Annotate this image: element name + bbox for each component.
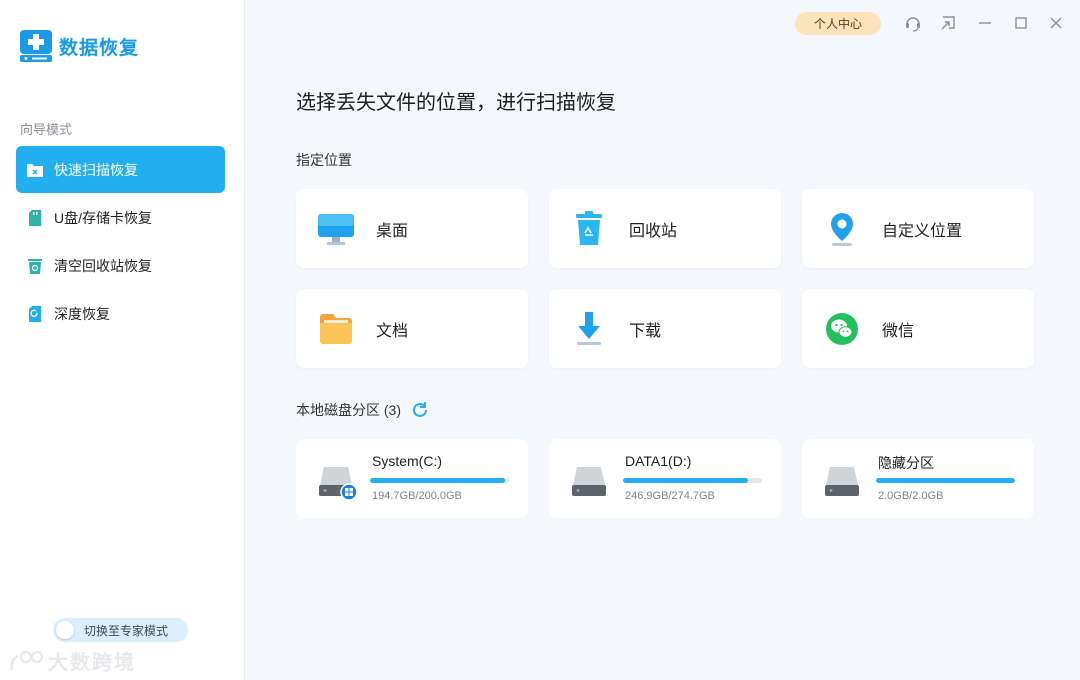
location-label: 回收站 (629, 222, 678, 240)
location-label: 自定义位置 (882, 222, 963, 240)
section-label-guide-mode: 向导模式 (20, 122, 73, 137)
location-pin-icon (822, 209, 862, 249)
app-logo: 数据恢复 (19, 28, 139, 64)
disk-name: System(C:) (372, 453, 442, 469)
download-icon (569, 309, 609, 349)
sd-card-icon (26, 209, 44, 227)
monitor-icon (316, 209, 356, 249)
drive-icon (822, 459, 864, 501)
disk-usage-fill (623, 478, 748, 483)
sidebar: 数据恢复 向导模式 快速扫描恢复 U盘/存储卡恢复 清空回收站恢复 深度恢复 切… (0, 0, 245, 680)
disks-section-header: 本地磁盘分区 (3) (296, 400, 429, 420)
app-title: 数据恢复 (59, 37, 140, 59)
location-card-downloads[interactable]: 下载 (549, 289, 781, 368)
folder-icon (316, 309, 356, 349)
disk-size: 246.9GB/274.7GB (625, 490, 715, 502)
app-logo-icon (19, 28, 53, 64)
disk-name: 隐藏分区 (878, 455, 934, 471)
sidebar-item-recycle-bin[interactable]: 清空回收站恢复 (16, 242, 225, 289)
toggle-knob (56, 621, 74, 639)
sidebar-item-label: 深度恢复 (54, 305, 110, 322)
disk-card-hidden-partition[interactable]: 隐藏分区 2.0GB/2.0GB (802, 439, 1034, 518)
profile-center-button[interactable]: 个人中心 (795, 12, 881, 35)
location-card-documents[interactable]: 文档 (296, 289, 528, 368)
location-card-wechat[interactable]: 微信 (802, 289, 1034, 368)
location-label: 文档 (376, 322, 409, 340)
folder-x-icon (26, 161, 44, 179)
support-icon[interactable] (902, 12, 924, 34)
feedback-icon[interactable] (937, 12, 959, 34)
close-icon[interactable] (1045, 12, 1067, 34)
disk-usage-fill (876, 478, 1015, 483)
page-title: 选择丢失文件的位置，进行扫描恢复 (296, 92, 616, 114)
disk-usage-bar (876, 478, 1015, 483)
disk-size: 194.7GB/200.0GB (372, 490, 462, 502)
disks-label: 本地磁盘分区 (3) (296, 402, 401, 418)
sidebar-item-usb-card[interactable]: U盘/存储卡恢复 (16, 194, 225, 241)
disk-card-system-c[interactable]: System(C:) 194.7GB/200.0GB (296, 439, 528, 518)
watermark-logo-icon (8, 648, 44, 674)
location-label: 微信 (882, 322, 915, 340)
maximize-icon[interactable] (1010, 12, 1032, 34)
sidebar-item-quick-scan[interactable]: 快速扫描恢复 (16, 146, 225, 193)
disk-usage-bar (370, 478, 509, 483)
watermark-text: 大数跨境 (48, 652, 136, 674)
location-card-custom[interactable]: 自定义位置 (802, 189, 1034, 268)
sidebar-item-deep-recovery[interactable]: 深度恢复 (16, 290, 225, 337)
deep-scan-icon (26, 305, 44, 323)
expert-mode-label: 切换至专家模式 (84, 623, 169, 638)
locations-label: 指定位置 (296, 152, 352, 168)
location-card-desktop[interactable]: 桌面 (296, 189, 528, 268)
expert-mode-toggle[interactable]: 切换至专家模式 (53, 618, 188, 642)
location-label: 桌面 (376, 222, 409, 240)
disk-size: 2.0GB/2.0GB (878, 490, 944, 502)
location-label: 下载 (629, 322, 662, 340)
drive-icon (569, 459, 611, 501)
recycle-bin-icon (569, 209, 609, 249)
wechat-icon (822, 309, 862, 349)
disk-usage-bar (623, 478, 762, 483)
sidebar-item-label: 清空回收站恢复 (54, 257, 152, 274)
disk-name: DATA1(D:) (625, 453, 692, 469)
disk-usage-fill (370, 478, 506, 483)
sidebar-item-label: U盘/存储卡恢复 (54, 209, 152, 226)
watermark: 大数跨境 (8, 646, 136, 675)
disk-card-data1-d[interactable]: DATA1(D:) 246.9GB/274.7GB (549, 439, 781, 518)
system-drive-icon (316, 459, 358, 501)
sidebar-nav: 快速扫描恢复 U盘/存储卡恢复 清空回收站恢复 深度恢复 (16, 146, 225, 338)
refresh-icon[interactable] (411, 401, 429, 419)
sidebar-item-label: 快速扫描恢复 (54, 161, 138, 178)
location-card-recycle-bin[interactable]: 回收站 (549, 189, 781, 268)
recycle-bin-icon (26, 257, 44, 275)
minimize-icon[interactable] (974, 12, 996, 34)
